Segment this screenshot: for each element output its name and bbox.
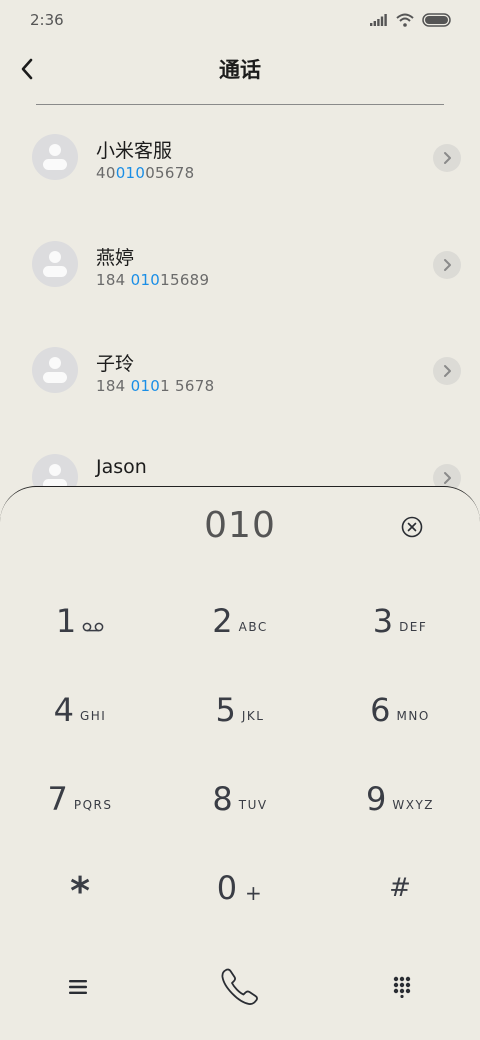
- key-3[interactable]: 3 DEF: [320, 577, 480, 665]
- status-time: 2:36: [30, 11, 64, 29]
- contact-detail-button[interactable]: [433, 251, 461, 279]
- phone-screen: 2:36 通话 小米客服 4001005678 燕婷 184 01015689 …: [0, 0, 480, 1040]
- key-digit: 8: [212, 780, 233, 818]
- chevron-right-icon: [444, 152, 451, 164]
- status-icons: [370, 13, 452, 27]
- key-letters: PQRS: [73, 798, 113, 812]
- contact-number: 184 01015689: [96, 271, 210, 289]
- key-letters: MNO: [396, 709, 430, 723]
- delete-button[interactable]: [400, 515, 424, 539]
- voicemail-icon: [82, 622, 104, 632]
- key-digit: 3: [372, 602, 394, 640]
- dialpad-icon: [393, 976, 411, 998]
- avatar-icon: [32, 347, 78, 393]
- key-letters: JKL: [241, 709, 265, 723]
- key-hash[interactable]: #: [320, 844, 480, 932]
- key-4[interactable]: 4 GHI: [0, 666, 160, 754]
- key-digit: 9: [366, 780, 387, 818]
- status-bar: 2:36: [0, 0, 480, 40]
- chevron-right-icon: [444, 259, 451, 271]
- header: 通话: [0, 48, 480, 92]
- key-digit: 2: [212, 602, 233, 640]
- key-5[interactable]: 5 JKL: [160, 666, 320, 754]
- key-star[interactable]: *: [0, 844, 160, 932]
- contact-item[interactable]: 子玲 184 0101 5678: [0, 317, 480, 417]
- key-letters: ABC: [238, 620, 268, 634]
- key-digit: 4: [53, 691, 74, 729]
- key-digit: 0: [216, 869, 238, 907]
- chevron-right-icon: [444, 365, 451, 377]
- contact-number: 184 0101 5678: [96, 377, 215, 395]
- avatar-icon: [32, 241, 78, 287]
- contact-name: 子玲: [96, 353, 135, 375]
- contact-name: Jason: [96, 456, 147, 478]
- key-7[interactable]: 7 PQRS: [0, 755, 160, 843]
- wifi-icon: [396, 13, 414, 27]
- key-0[interactable]: 0 +: [160, 844, 320, 932]
- contact-item[interactable]: 燕婷 184 01015689: [0, 211, 480, 311]
- key-digit: 5: [215, 691, 236, 729]
- avatar-icon: [32, 134, 78, 180]
- chevron-right-icon: [444, 472, 451, 484]
- menu-button[interactable]: [48, 957, 108, 1017]
- contact-name: 小米客服: [96, 140, 173, 162]
- key-digit: 6: [370, 691, 391, 729]
- contact-name: 燕婷: [96, 247, 135, 269]
- dialer-bottom-bar: [0, 957, 480, 1017]
- key-letters: DEF: [399, 620, 428, 634]
- key-9[interactable]: 9 WXYZ: [320, 755, 480, 843]
- menu-icon: [69, 980, 87, 994]
- key-1[interactable]: 1: [0, 577, 160, 665]
- key-2[interactable]: 2 ABC: [160, 577, 320, 665]
- contact-detail-button[interactable]: [433, 357, 461, 385]
- dialpad-toggle-button[interactable]: [372, 957, 432, 1017]
- signal-icon: [370, 14, 387, 26]
- key-digit: 1: [55, 602, 77, 640]
- battery-icon: [422, 13, 451, 27]
- call-button[interactable]: [210, 957, 270, 1017]
- contact-item[interactable]: 小米客服 4001005678: [0, 104, 480, 204]
- key-digit: 7: [47, 780, 68, 818]
- contact-number: 4001005678: [96, 164, 195, 182]
- delete-icon: [401, 516, 423, 538]
- key-letters: WXYZ: [392, 798, 434, 812]
- key-letters: TUV: [238, 798, 268, 812]
- contact-detail-button[interactable]: [433, 144, 461, 172]
- key-letters: GHI: [79, 709, 107, 723]
- key-digit: #: [389, 873, 411, 903]
- key-letters: +: [245, 881, 264, 905]
- key-8[interactable]: 8 TUV: [160, 755, 320, 843]
- key-digit: *: [70, 869, 90, 913]
- page-title: 通话: [219, 58, 261, 82]
- phone-icon: [221, 968, 258, 1005]
- dialer-panel: 010 1 2 ABC 3 DEF 4 GHI 5 JKL 6 MNO 7 PQ…: [0, 486, 480, 1040]
- key-6[interactable]: 6 MNO: [320, 666, 480, 754]
